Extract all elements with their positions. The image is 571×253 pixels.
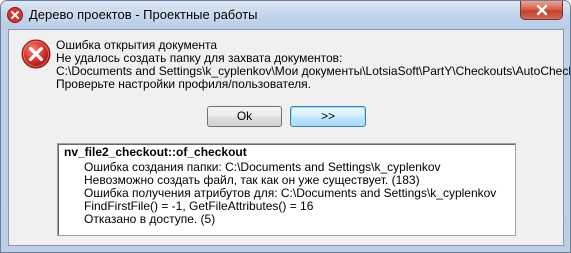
details-textbox[interactable]: nv_file2_checkout::of_checkout Ошибка со… bbox=[57, 143, 516, 236]
error-icon-small bbox=[7, 7, 23, 23]
dialog-body: Ошибка открытия документа Не удалось соз… bbox=[8, 29, 570, 246]
title-bar[interactable]: Дерево проектов - Проектные работы bbox=[1, 1, 570, 29]
details-line: Отказано в доступе. (5) bbox=[84, 212, 216, 226]
message-line: Проверьте настройки профиля/пользователя… bbox=[56, 77, 311, 91]
close-icon bbox=[536, 4, 548, 16]
close-button[interactable] bbox=[520, 1, 563, 20]
window-title: Дерево проектов - Проектные работы bbox=[29, 7, 258, 22]
ok-button[interactable]: Ok bbox=[207, 106, 282, 127]
dialog-window: Дерево проектов - Проектные работы Ошибк… bbox=[0, 0, 571, 253]
details-button[interactable]: >> bbox=[290, 106, 366, 127]
error-message: Ошибка открытия документа Не удалось соз… bbox=[56, 39, 570, 91]
details-header: nv_file2_checkout::of_checkout bbox=[64, 145, 247, 159]
error-icon bbox=[20, 38, 52, 70]
